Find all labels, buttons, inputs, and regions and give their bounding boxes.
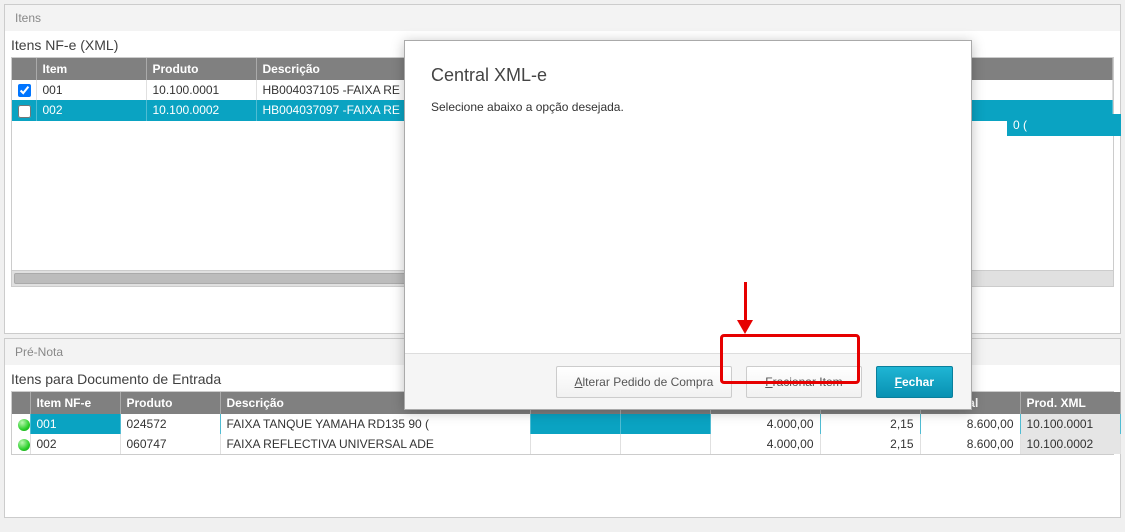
col-item: Item — [36, 58, 146, 80]
cell-itemnfe: 002 — [30, 434, 120, 454]
cell-descricao: FAIXA TANQUE YAMAHA RD135 90 ( — [220, 414, 530, 434]
col-produto: Produto — [146, 58, 256, 80]
fracionar-item-button[interactable]: Fracionar Item — [746, 366, 861, 398]
cell-itemped — [620, 434, 710, 454]
cell-pedido — [530, 414, 620, 434]
modal-dialog: Central XML-e Selecione abaixo a opção d… — [404, 40, 972, 410]
cell-produto: 060747 — [120, 434, 220, 454]
col-produto2: Produto — [120, 392, 220, 414]
cell-item: 001 — [36, 80, 146, 100]
partial-hidden-cell: 0 ( — [1007, 114, 1121, 136]
col-itemnfe: Item NF-e — [30, 392, 120, 414]
modal-footer: Alterar Pedido de Compra Fracionar Item … — [405, 353, 971, 409]
table-row[interactable]: 002 060747 FAIXA REFLECTIVA UNIVERSAL AD… — [12, 434, 1120, 454]
cell-valunit: 2,15 — [820, 414, 920, 434]
cell-produto: 10.100.0001 — [146, 80, 256, 100]
col-prodxml: Prod. XML — [1020, 392, 1120, 414]
status-dot-icon — [18, 439, 30, 451]
cell-itemped — [620, 414, 710, 434]
fechar-button[interactable]: Fechar — [876, 366, 953, 398]
cell-itemnfe: 001 — [30, 414, 120, 434]
cell-qtd: 4.000,00 — [710, 414, 820, 434]
row-checkbox[interactable] — [18, 84, 31, 97]
cell-prodxml: 10.100.0002 — [1020, 434, 1120, 454]
modal-message: Selecione abaixo a opção desejada. — [405, 96, 971, 118]
cell-produto: 024572 — [120, 414, 220, 434]
cell-descricao: FAIXA REFLECTIVA UNIVERSAL ADE — [220, 434, 530, 454]
status-dot-icon — [18, 419, 30, 431]
row-checkbox[interactable] — [18, 105, 31, 118]
cell-prodxml: 10.100.0001 — [1020, 414, 1120, 434]
cell-valunit: 2,15 — [820, 434, 920, 454]
cell-valtotal: 8.600,00 — [920, 434, 1020, 454]
cell-qtd: 4.000,00 — [710, 434, 820, 454]
cell-valtotal: 8.600,00 — [920, 414, 1020, 434]
cell-item: 002 — [36, 100, 146, 120]
itens-panel-label: Itens — [5, 5, 1120, 31]
cell-pedido — [530, 434, 620, 454]
modal-title: Central XML-e — [405, 41, 971, 96]
table-row[interactable]: 001 024572 FAIXA TANQUE YAMAHA RD135 90 … — [12, 414, 1120, 434]
alterar-pedido-button[interactable]: Alterar Pedido de Compra — [556, 366, 733, 398]
cell-produto: 10.100.0002 — [146, 100, 256, 120]
